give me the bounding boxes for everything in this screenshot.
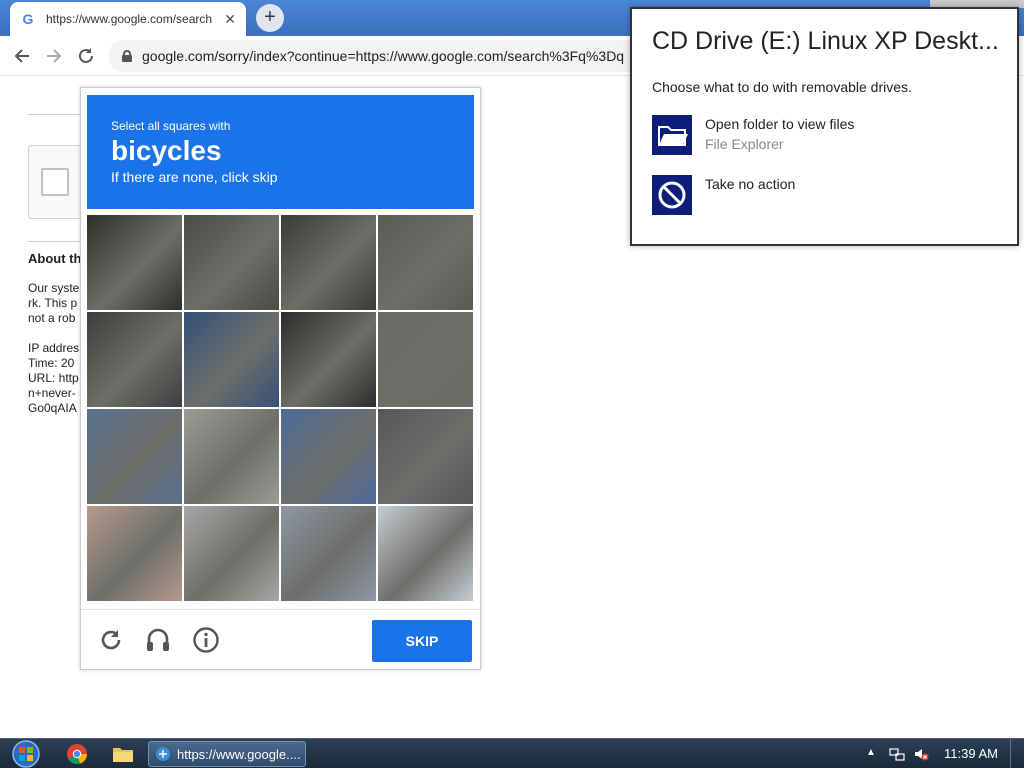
- image-tile[interactable]: [378, 312, 473, 407]
- chrome-icon[interactable]: [65, 742, 89, 766]
- info-line: Go0qAIA: [28, 401, 77, 415]
- lock-icon: [122, 50, 132, 62]
- taskbar-browser-task[interactable]: https://www.google....: [148, 741, 306, 767]
- taskbar-task-label: https://www.google....: [177, 746, 301, 762]
- image-tile[interactable]: [87, 409, 182, 504]
- image-tile[interactable]: [184, 506, 279, 601]
- recaptcha-checkbox-box: [28, 145, 88, 219]
- new-tab-button[interactable]: +: [256, 4, 284, 32]
- no-action-icon: [652, 175, 692, 215]
- no-action-label: Take no action: [705, 176, 796, 192]
- reload-challenge-icon[interactable]: [97, 626, 125, 654]
- open-folder-option[interactable]: Open folder to view files File Explorer: [652, 115, 1002, 159]
- autoplay-subtitle: Choose what to do with removable drives.: [652, 79, 912, 95]
- image-tile[interactable]: [87, 312, 182, 407]
- image-grid: [87, 215, 474, 603]
- tray-expand-icon[interactable]: ▲: [866, 747, 876, 758]
- divider: [28, 114, 88, 115]
- challenge-hint: If there are none, click skip: [111, 169, 278, 185]
- challenge-header: Select all squares with bicycles If ther…: [87, 95, 474, 209]
- image-tile[interactable]: [378, 409, 473, 504]
- forward-button[interactable]: [42, 44, 66, 68]
- close-tab-icon[interactable]: ✕: [224, 11, 236, 28]
- image-tile[interactable]: [281, 215, 376, 310]
- challenge-instruction: Select all squares with: [111, 119, 231, 133]
- info-line: Time: 20: [28, 356, 75, 370]
- info-line: URL: http: [28, 371, 79, 385]
- file-explorer-label: File Explorer: [705, 136, 784, 152]
- image-tile[interactable]: [378, 506, 473, 601]
- challenge-target: bicycles: [111, 135, 222, 166]
- image-tile[interactable]: [281, 312, 376, 407]
- image-tile[interactable]: [87, 215, 182, 310]
- url-text: google.com/sorry/index?continue=https://…: [142, 48, 625, 64]
- autoplay-notification: CD Drive (E:) Linux XP Deskt... Choose w…: [630, 7, 1019, 246]
- back-arrow-icon: [14, 49, 29, 63]
- about-heading: About th: [28, 251, 82, 266]
- clock[interactable]: 11:39 AM: [944, 746, 998, 761]
- show-desktop-button[interactable]: [1010, 739, 1024, 768]
- paragraph-line: not a rob: [28, 311, 76, 325]
- skip-button[interactable]: SKIP: [372, 620, 472, 662]
- network-icon[interactable]: [889, 746, 905, 762]
- no-action-option[interactable]: Take no action: [652, 175, 1002, 219]
- image-tile[interactable]: [184, 409, 279, 504]
- reload-icon: [79, 48, 93, 63]
- folder-icon: [652, 115, 692, 155]
- image-tile[interactable]: [87, 506, 182, 601]
- image-tile[interactable]: [378, 215, 473, 310]
- forward-arrow-icon: [47, 49, 62, 63]
- browser-task-icon: [156, 747, 170, 761]
- info-line: IP addres: [28, 341, 80, 355]
- google-favicon-icon: G: [22, 11, 34, 27]
- recaptcha-checkbox[interactable]: [41, 168, 69, 196]
- image-tile[interactable]: [281, 506, 376, 601]
- autoplay-title: CD Drive (E:) Linux XP Deskt...: [652, 27, 999, 55]
- info-icon[interactable]: [192, 626, 220, 654]
- tab-title: https://www.google.com/search: [46, 12, 213, 26]
- challenge-footer: SKIP: [81, 609, 480, 669]
- info-line: n+never-: [28, 386, 76, 400]
- taskbar: https://www.google.... ▲ 11:39 AM: [0, 738, 1024, 768]
- audio-challenge-icon[interactable]: [144, 626, 172, 654]
- recaptcha-challenge: Select all squares with bicycles If ther…: [80, 87, 481, 670]
- paragraph-line: rk. This p: [28, 296, 78, 310]
- paragraph-line: Our syste: [28, 281, 80, 295]
- image-tile[interactable]: [184, 215, 279, 310]
- image-tile[interactable]: [281, 409, 376, 504]
- start-button-icon[interactable]: [8, 739, 44, 768]
- browser-tab[interactable]: G https://www.google.com/search ✕: [10, 2, 246, 36]
- divider: [28, 241, 88, 242]
- back-button[interactable]: [10, 44, 34, 68]
- volume-muted-icon[interactable]: [913, 746, 929, 762]
- file-explorer-icon[interactable]: [111, 742, 135, 766]
- reload-button[interactable]: [74, 44, 98, 68]
- open-folder-label: Open folder to view files: [705, 116, 855, 132]
- image-tile[interactable]: [184, 312, 279, 407]
